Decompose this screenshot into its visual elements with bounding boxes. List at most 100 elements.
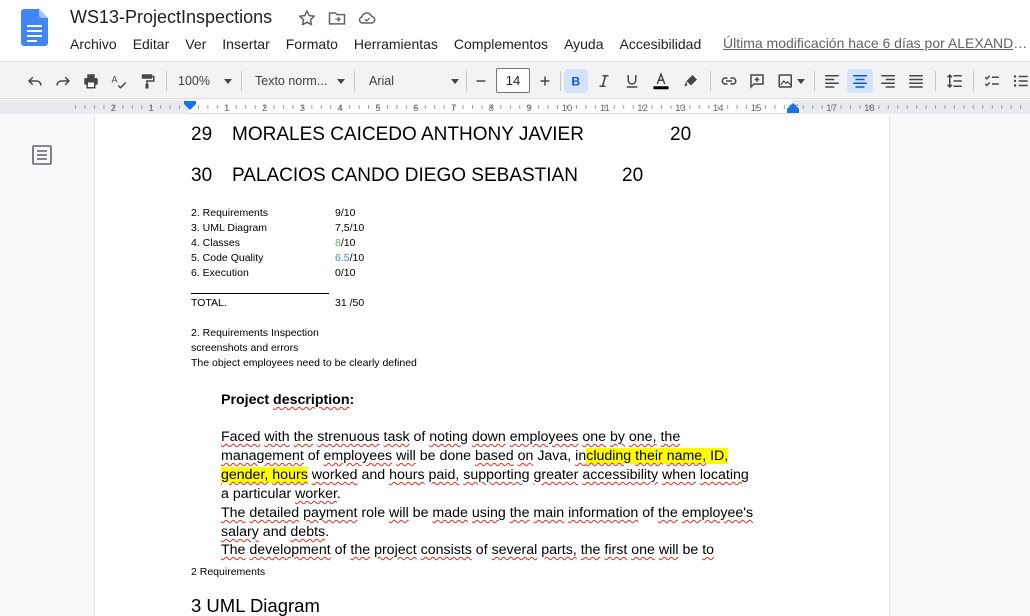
text-color-icon[interactable] (648, 69, 674, 93)
document-outline-icon[interactable] (31, 145, 53, 165)
toolbar: A 100% Texto norm... Arial 14 B (0, 61, 1030, 99)
total-label: TOTAL. (191, 297, 227, 309)
svg-text:B: B (572, 75, 581, 89)
ruler-label: 7 (451, 103, 456, 114)
ruler-label: 6 (413, 103, 418, 114)
menu-accesibilidad[interactable]: Accesibilidad (612, 35, 710, 53)
project-description-line: management of employees will be done bas… (221, 448, 729, 464)
right-indent-marker-icon[interactable] (787, 103, 799, 113)
menu-editar[interactable]: Editar (125, 35, 178, 53)
spellcheck-icon[interactable]: A (108, 69, 130, 93)
move-folder-icon[interactable] (327, 8, 347, 28)
svg-text:A: A (112, 75, 118, 85)
note-line: 2. Requirements Inspection (191, 327, 319, 339)
google-docs-window: WS13-ProjectInspections Archivo Editar V… (0, 0, 1030, 616)
project-description-line: salary and debts. (221, 524, 330, 540)
chevron-down-icon (451, 79, 459, 84)
menu-ayuda[interactable]: Ayuda (556, 35, 611, 53)
score-label: 2. Requirements (191, 207, 269, 219)
project-description-heading: Project description: (221, 392, 355, 408)
score-label: 6. Execution (191, 267, 249, 279)
style-dropdown[interactable]: Texto norm... (255, 69, 345, 93)
line-spacing-icon[interactable] (944, 69, 966, 93)
bold-icon[interactable]: B (564, 69, 588, 93)
document-workspace[interactable]: 29 MORALES CAICEDO ANTHONY JAVIER 20 30 … (0, 115, 1030, 616)
menu-insertar[interactable]: Insertar (214, 35, 277, 53)
left-indent-marker-icon[interactable] (184, 101, 196, 113)
ruler-label: 2 (262, 103, 267, 114)
zoom-dropdown[interactable]: 100% (178, 69, 232, 93)
student-number: 30 (191, 165, 213, 186)
score-label: 4. Classes (191, 237, 241, 249)
menu-herramientas[interactable]: Herramientas (346, 35, 446, 53)
ruler-label: 14 (713, 103, 724, 114)
section-label: 2 Requirements (191, 566, 266, 578)
italic-icon[interactable] (592, 69, 616, 93)
project-description-line: a particular worker. (221, 486, 341, 502)
ruler-label: 2 (111, 103, 116, 114)
bulleted-list-icon[interactable] (1010, 69, 1030, 93)
align-center-icon[interactable] (847, 69, 873, 93)
menu-formato[interactable]: Formato (278, 35, 346, 53)
document-page[interactable]: 29 MORALES CAICEDO ANTHONY JAVIER 20 30 … (95, 115, 889, 616)
paint-format-icon[interactable] (136, 69, 158, 93)
ruler-label: 18 (864, 103, 875, 114)
undo-icon[interactable] (24, 69, 46, 93)
print-icon[interactable] (80, 69, 102, 93)
underline-icon[interactable] (620, 69, 644, 93)
last-edit-link[interactable]: Última modificación hace 6 días por ALEX… (723, 35, 1030, 51)
insert-image-icon[interactable] (774, 69, 808, 93)
document-title[interactable]: WS13-ProjectInspections (70, 7, 272, 28)
align-left-icon[interactable] (821, 69, 843, 93)
title-bar: WS13-ProjectInspections Archivo Editar V… (0, 0, 1030, 60)
menu-bar: Archivo Editar Ver Insertar Formato Herr… (62, 35, 709, 53)
student-row: 29 MORALES CAICEDO ANTHONY JAVIER 20 (191, 124, 691, 146)
ruler-label: 11 (600, 103, 610, 114)
score-value: 0/10 (335, 267, 356, 279)
increase-font-size-button[interactable] (535, 69, 555, 93)
ruler-label: 10 (562, 103, 573, 114)
total-value: 31 /50 (335, 297, 365, 309)
align-right-icon[interactable] (877, 69, 899, 93)
star-icon[interactable] (297, 8, 317, 28)
project-description-line: Faced with the strenuous task of noting … (221, 429, 681, 445)
add-comment-icon[interactable] (746, 69, 768, 93)
font-dropdown[interactable]: Arial (369, 69, 459, 93)
student-score: 20 (670, 124, 692, 145)
project-description-line: The development of the project consists … (221, 542, 715, 558)
ruler-label: 4 (338, 103, 343, 114)
ruler-label: 1 (149, 103, 154, 114)
highlight-color-icon[interactable] (679, 69, 703, 93)
menu-ver[interactable]: Ver (177, 35, 214, 53)
score-label: 5. Code Quality (191, 252, 264, 264)
checklist-icon[interactable] (981, 69, 1003, 93)
student-name: PALACIOS CANDO DIEGO SEBASTIAN (232, 165, 578, 186)
ruler-label: 5 (375, 103, 380, 114)
zoom-value: 100% (178, 74, 210, 88)
ruler-label: 17 (826, 103, 837, 114)
cloud-status-icon[interactable] (357, 8, 377, 28)
menu-archivo[interactable]: Archivo (62, 35, 125, 53)
score-value: 9/10 (335, 207, 356, 219)
ruler-label: 8 (489, 103, 494, 114)
section-heading: 3 UML Diagram (191, 595, 320, 616)
decrease-font-size-button[interactable] (471, 69, 491, 93)
style-value: Texto norm... (255, 74, 328, 88)
ruler-label: 13 (675, 103, 686, 114)
ruler-label: 12 (637, 103, 648, 114)
project-description-line: The detailed payment role will be made u… (221, 505, 754, 521)
font-value: Arial (369, 74, 395, 88)
docs-logo-icon[interactable] (21, 9, 48, 46)
score-value: 6.5/10 (335, 252, 365, 264)
ruler-label: 15 (751, 103, 762, 114)
horizontal-ruler[interactable]: 21123456789101112131415161718 (0, 100, 1030, 114)
font-size-input[interactable]: 14 (496, 68, 530, 93)
score-value: 7,5/10 (335, 222, 365, 234)
align-justify-icon[interactable] (905, 69, 927, 93)
chevron-down-icon (224, 79, 232, 84)
menu-complementos[interactable]: Complementos (446, 35, 556, 53)
redo-icon[interactable] (52, 69, 74, 93)
ruler-scale: 21123456789101112131415161718 (75, 103, 1022, 114)
insert-link-icon[interactable] (718, 69, 740, 93)
ruler-label: 9 (527, 103, 532, 114)
